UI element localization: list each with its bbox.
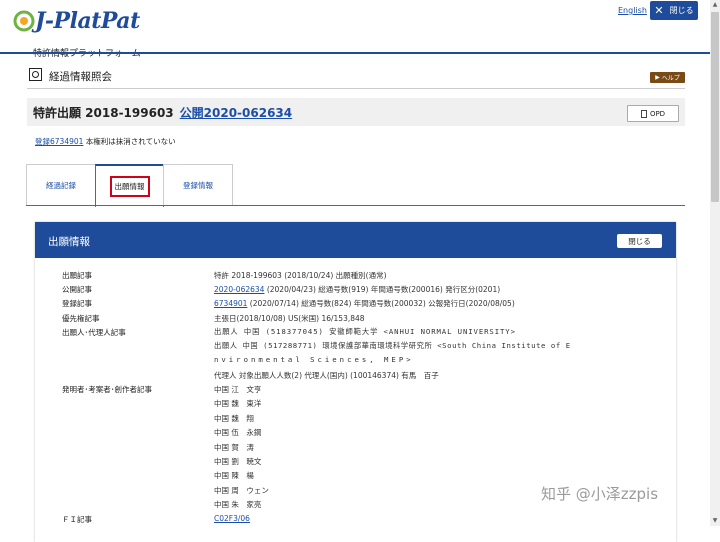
applicant-1: 出願人 中国 (518377045) 安徽師範大学 <ANHUI NORMAL … (214, 327, 516, 336)
panel-close-button[interactable]: 閉じる (617, 234, 662, 248)
publication-details: (2020/04/23) 総通号数(919) 年間通号数(200016) 発行区… (264, 285, 501, 294)
page-title-row: 経過情報照会 ▶ ヘルプ (27, 66, 685, 89)
panel-header: 出願情報 閉じる (35, 222, 676, 258)
tab-registration-info[interactable]: 登録情報 (163, 164, 233, 206)
registration-value: 6734901 (2020/07/14) 総通号数(824) 年間通号数(200… (214, 298, 515, 309)
applicant-2-cont: nvironmental Sciences, MEP> (214, 355, 414, 364)
tab-label: 登録情報 (183, 181, 213, 190)
application-value: 特許 2018-199603 (2018/10/24) 出願種別(通常) (214, 271, 387, 280)
registration-link[interactable]: 登録6734901 (35, 137, 83, 146)
field-label: ＦＩ記事 (62, 515, 92, 524)
applicant-2: 出願人 中国 (517288771) 環境保護部華南環境科学研究所 <South… (214, 341, 571, 350)
field-label: 優先権記事 (62, 314, 100, 323)
logo-text: J-PlatPat (35, 8, 140, 34)
fi-value: C02F3/06 (214, 514, 250, 523)
help-button[interactable]: ▶ ヘルプ (650, 72, 685, 83)
record-header: 特許出願 2018-199603 公開2020-062634 OPD (27, 98, 685, 126)
help-label: ヘルプ (661, 75, 680, 82)
tab-progress-record[interactable]: 経過記録 (26, 164, 96, 206)
field-label: 出願人･代理人記事 (62, 328, 126, 337)
publication-link[interactable]: 公開2020-062634 (180, 106, 292, 120)
inventor: 中国 伍 永鋼 (214, 428, 262, 437)
inventor: 中国 陳 楊 (214, 471, 254, 480)
header-divider (0, 52, 710, 54)
scroll-thumb[interactable] (711, 12, 719, 202)
page-title: 経過情報照会 (49, 71, 112, 83)
status-text: 本権利は抹消されていない (85, 137, 176, 146)
english-link[interactable]: English (618, 6, 647, 15)
vertical-scrollbar[interactable]: ▲ ▼ (710, 0, 720, 526)
close-window-label: 閉じる (669, 6, 694, 15)
tab-label: 経過記録 (46, 181, 76, 190)
inventor: 中国 賀 涛 (214, 443, 254, 452)
inventor: 中国 江 文亨 (214, 385, 262, 394)
record-title: 特許出願 2018-199603 公開2020-062634 (33, 104, 292, 121)
field-label: 公開記事 (62, 285, 92, 294)
application-number: 特許出願 2018-199603 (33, 106, 174, 120)
registration-details: (2020/07/14) 総通号数(824) 年間通号数(200032) 公報発… (247, 299, 515, 308)
tab-divider (26, 205, 685, 206)
close-icon: ✕ (654, 4, 664, 17)
inventor: 中国 劉 暁文 (214, 457, 262, 466)
agent-value: 代理人 対象出願人人数(2) 代理人(国内) (100146374) 有馬 百子 (214, 371, 439, 380)
registration-number-link[interactable]: 6734901 (214, 299, 247, 308)
registration-status: 登録6734901 本権利は抹消されていない (35, 136, 176, 147)
watermark: 知乎 @小泽zzpis (541, 485, 659, 503)
site-header: J-PlatPat 特許情報プラットフォーム English ✕ 閉じる (0, 0, 710, 59)
panel-title: 出願情報 (48, 236, 90, 248)
field-label: 出願記事 (62, 271, 92, 280)
inventor: 中国 魏 翔 (214, 414, 254, 423)
priority-value: 主張日(2018/10/08) US(米国) 16/153,848 (214, 314, 365, 323)
publication-value: 2020-062634 (2020/04/23) 総通号数(919) 年間通号数… (214, 284, 500, 295)
scroll-down-arrow-icon[interactable]: ▼ (710, 516, 720, 526)
field-label: 発明者･考案者･創作者記事 (62, 385, 152, 394)
document-icon (640, 109, 647, 118)
tab-application-info[interactable]: 出願情報 (95, 164, 164, 207)
inventor: 中国 魏 東洋 (214, 399, 262, 408)
field-label: 登録記事 (62, 299, 92, 308)
scroll-up-arrow-icon[interactable]: ▲ (710, 0, 720, 10)
opd-label: OPD (649, 109, 666, 118)
opd-button[interactable]: OPD (627, 105, 679, 122)
publication-number-link[interactable]: 2020-062634 (214, 285, 264, 294)
inventor: 中国 朱 家亮 (214, 500, 262, 509)
logo-mark-icon (13, 10, 35, 32)
close-window-button[interactable]: ✕ 閉じる (650, 1, 698, 20)
tab-label: 出願情報 (109, 176, 150, 197)
search-doc-icon (29, 68, 42, 81)
fi-code-link[interactable]: C02F3/06 (214, 514, 250, 523)
inventor: 中国 周 ウェン (214, 486, 269, 495)
